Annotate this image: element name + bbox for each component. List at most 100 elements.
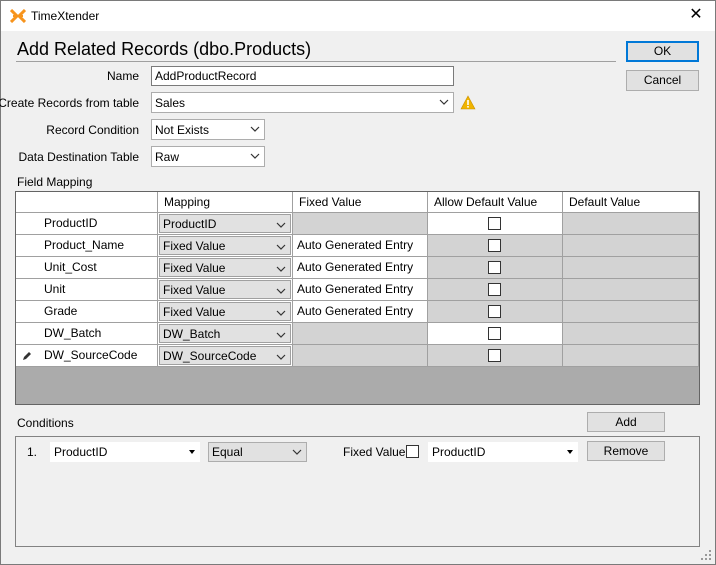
default-value-cell[interactable]: [563, 213, 699, 235]
mapping-select[interactable]: DW_SourceCode: [159, 346, 291, 365]
conditions-panel: 1. ProductID Equal Fixed Value ProductID…: [15, 436, 700, 547]
condition-field-value: ProductID: [54, 445, 108, 459]
fixed-value-label: Fixed Value: [343, 445, 406, 459]
default-value-cell[interactable]: [563, 345, 699, 367]
row-field-name[interactable]: Unit: [16, 279, 158, 301]
field-mapping-label: Field Mapping: [17, 175, 93, 189]
allow-default-cell: [428, 213, 563, 235]
default-value-cell[interactable]: [563, 301, 699, 323]
chevron-down-icon: [276, 288, 286, 294]
row-field-name[interactable]: Unit_Cost: [16, 257, 158, 279]
condition-value-select[interactable]: ProductID: [428, 442, 578, 462]
dropdown-arrow-icon: [189, 450, 195, 454]
default-value-cell[interactable]: [563, 257, 699, 279]
create-from-select[interactable]: Sales: [151, 92, 454, 113]
fixed-value-text: Auto Generated Entry: [297, 238, 414, 252]
chevron-down-icon: [250, 153, 260, 159]
mapping-select[interactable]: ProductID: [159, 214, 291, 233]
fixed-value-cell[interactable]: Auto Generated Entry: [293, 257, 428, 279]
conditions-label: Conditions: [17, 416, 74, 430]
field-name-text: DW_Batch: [44, 326, 102, 340]
fixed-value-text: Auto Generated Entry: [297, 282, 414, 296]
window-title: TimeXtender: [31, 9, 100, 23]
field-name-text: Grade: [44, 304, 78, 318]
data-destination-value: Raw: [155, 150, 180, 164]
dialog-window: TimeXtender ✕ Add Related Records (dbo.P…: [0, 0, 716, 565]
ok-button[interactable]: OK: [626, 41, 699, 62]
field-name-text: DW_SourceCode: [44, 348, 138, 362]
row-field-name[interactable]: Product_Name: [16, 235, 158, 257]
default-value-cell[interactable]: [563, 323, 699, 345]
remove-condition-button[interactable]: Remove: [587, 441, 665, 461]
condition-value-value: ProductID: [432, 445, 486, 459]
mapping-cell: Fixed Value: [158, 257, 293, 279]
column-header-default-value[interactable]: Default Value: [563, 192, 699, 213]
data-destination-label: Data Destination Table: [18, 150, 139, 164]
default-value-cell[interactable]: [563, 279, 699, 301]
condition-field-select[interactable]: ProductID: [50, 442, 200, 462]
record-condition-value: Not Exists: [155, 123, 210, 137]
fixed-value-cell[interactable]: [293, 323, 428, 345]
mapping-select[interactable]: Fixed Value: [159, 302, 291, 321]
resize-grip-icon[interactable]: [700, 549, 712, 561]
fixed-value-cell[interactable]: Auto Generated Entry: [293, 235, 428, 257]
mapping-cell: ProductID: [158, 213, 293, 235]
fixed-value-checkbox[interactable]: [406, 445, 419, 458]
warning-icon: [460, 95, 476, 110]
column-header-fixed-value[interactable]: Fixed Value: [293, 192, 428, 213]
fixed-value-cell[interactable]: Auto Generated Entry: [293, 279, 428, 301]
allow-default-checkbox[interactable]: [488, 327, 501, 340]
column-header-mapping[interactable]: Mapping: [158, 192, 293, 213]
record-condition-label: Record Condition: [46, 123, 139, 137]
mapping-select[interactable]: Fixed Value: [159, 258, 291, 277]
chevron-down-icon: [292, 449, 302, 455]
data-destination-select[interactable]: Raw: [151, 146, 265, 167]
mapping-cell: Fixed Value: [158, 235, 293, 257]
cancel-button[interactable]: Cancel: [626, 70, 699, 91]
mapping-value: DW_SourceCode: [163, 349, 257, 363]
mapping-cell: DW_Batch: [158, 323, 293, 345]
allow-default-cell: [428, 279, 563, 301]
row-field-name[interactable]: DW_SourceCode: [16, 345, 158, 367]
allow-default-cell: [428, 301, 563, 323]
fixed-value-text: Auto Generated Entry: [297, 304, 414, 318]
mapping-cell: DW_SourceCode: [158, 345, 293, 367]
grid-corner-header: [16, 192, 158, 213]
record-condition-select[interactable]: Not Exists: [151, 119, 265, 140]
chevron-down-icon: [276, 222, 286, 228]
allow-default-checkbox[interactable]: [488, 261, 501, 274]
row-field-name[interactable]: Grade: [16, 301, 158, 323]
allow-default-checkbox[interactable]: [488, 305, 501, 318]
fixed-value-cell[interactable]: [293, 345, 428, 367]
mapping-select[interactable]: Fixed Value: [159, 236, 291, 255]
chevron-down-icon: [439, 99, 449, 105]
allow-default-checkbox[interactable]: [488, 349, 501, 362]
condition-operator-select[interactable]: Equal: [208, 442, 307, 462]
allow-default-cell: [428, 235, 563, 257]
allow-default-checkbox[interactable]: [488, 239, 501, 252]
mapping-cell: Fixed Value: [158, 301, 293, 323]
column-header-allow-default[interactable]: Allow Default Value: [428, 192, 563, 213]
create-from-value: Sales: [155, 96, 186, 110]
default-value-cell[interactable]: [563, 235, 699, 257]
row-field-name[interactable]: ProductID: [16, 213, 158, 235]
condition-index: 1.: [27, 445, 38, 459]
fixed-value-text: Auto Generated Entry: [297, 260, 414, 274]
allow-default-checkbox[interactable]: [488, 283, 501, 296]
mapping-cell: Fixed Value: [158, 279, 293, 301]
create-from-label: Create Records from table: [0, 96, 139, 110]
mapping-select[interactable]: DW_Batch: [159, 324, 291, 343]
field-name-text: Unit: [44, 282, 66, 296]
close-icon[interactable]: ✕: [686, 5, 706, 25]
chevron-down-icon: [276, 244, 286, 250]
mapping-select[interactable]: Fixed Value: [159, 280, 291, 299]
allow-default-checkbox[interactable]: [488, 217, 501, 230]
chevron-down-icon: [250, 126, 260, 132]
mapping-value: ProductID: [163, 217, 217, 231]
chevron-down-icon: [276, 354, 286, 360]
fixed-value-cell[interactable]: [293, 213, 428, 235]
name-input[interactable]: AddProductRecord: [151, 66, 454, 86]
fixed-value-cell[interactable]: Auto Generated Entry: [293, 301, 428, 323]
row-field-name[interactable]: DW_Batch: [16, 323, 158, 345]
add-condition-button[interactable]: Add: [587, 412, 665, 432]
